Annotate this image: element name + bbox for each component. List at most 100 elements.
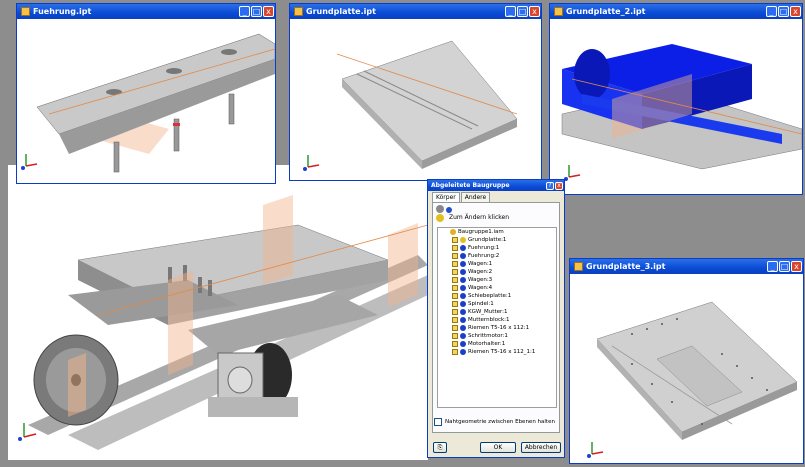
close-button[interactable]: x [529, 6, 540, 17]
tree-item[interactable]: Riemen T5-16 x 112_1:1 [438, 348, 556, 356]
folder-icon [452, 237, 458, 243]
tree-item-label: KGW_Mutter:1 [468, 309, 508, 315]
component-status-icon[interactable] [460, 341, 466, 347]
tree-item[interactable]: Motorhalter:1 [438, 340, 556, 348]
tree-item-label: Wagen:1 [468, 261, 493, 267]
window-titlebar[interactable]: Fuehrung.ipt _ □ x [17, 4, 275, 19]
click-change-icon[interactable] [436, 214, 444, 222]
ok-button[interactable]: OK [480, 442, 516, 453]
tree-item[interactable]: Mutternblock:1 [438, 316, 556, 324]
component-status-icon[interactable] [460, 277, 466, 283]
window-fuehrung[interactable]: Fuehrung.ipt _ □ x [16, 3, 276, 184]
tree-root[interactable]: Baugruppe1.iam [438, 228, 556, 236]
component-status-icon[interactable] [460, 261, 466, 267]
tree-item[interactable]: Riemen T5-16 x 112:1 [438, 324, 556, 332]
model-canvas[interactable] [292, 19, 539, 178]
minimize-button[interactable]: _ [239, 6, 250, 17]
seam-geometry-checkbox[interactable]: Nahtgeometrie zwischen Ebenen halten [434, 418, 555, 426]
component-status-icon[interactable] [460, 309, 466, 315]
tree-item[interactable]: Wagen:3 [438, 276, 556, 284]
part-file-icon [294, 7, 303, 16]
folder-icon [452, 245, 458, 251]
help-button[interactable]: ? [546, 181, 554, 190]
model-canvas[interactable] [19, 19, 275, 181]
window-titlebar[interactable]: Grundplatte_3.ipt _ □ x [570, 259, 803, 274]
tree-item-label: Schiebeplatte:1 [468, 293, 512, 299]
folder-icon [452, 269, 458, 275]
model-canvas[interactable] [572, 274, 801, 461]
window-grundplatte[interactable]: Grundplatte.ipt _ □ x [289, 3, 542, 181]
folder-icon [452, 293, 458, 299]
maximize-button[interactable]: □ [251, 6, 262, 17]
close-button[interactable]: x [790, 6, 801, 17]
minimize-button[interactable]: _ [767, 261, 778, 272]
tree-item[interactable]: Wagen:1 [438, 260, 556, 268]
help-icon-button[interactable]: ⎘ [433, 442, 447, 453]
tree-item-label: Fuehrung:2 [468, 253, 500, 259]
folder-icon [452, 349, 458, 355]
maximize-button[interactable]: □ [779, 261, 790, 272]
tree-item[interactable]: Schiebeplatte:1 [438, 292, 556, 300]
tree-item[interactable]: Fuehrung:2 [438, 252, 556, 260]
folder-icon [452, 317, 458, 323]
tab-andere[interactable]: Andere [460, 192, 491, 202]
window-grundplatte-3[interactable]: Grundplatte_3.ipt _ □ x [569, 258, 804, 464]
minimize-button[interactable]: _ [766, 6, 777, 17]
tree-item[interactable]: Grundplatte:1 [438, 236, 556, 244]
window-title: Grundplatte_2.ipt [566, 7, 646, 16]
component-status-icon[interactable] [460, 317, 466, 323]
component-status-icon[interactable] [460, 325, 466, 331]
tree-item-label: Fuehrung:1 [468, 245, 500, 251]
tree-item[interactable]: Schrittmotor:1 [438, 332, 556, 340]
tree-item[interactable]: Wagen:2 [438, 268, 556, 276]
window-titlebar[interactable]: Grundplatte.ipt _ □ x [290, 4, 541, 19]
component-status-icon[interactable] [460, 245, 466, 251]
maximize-button[interactable]: □ [517, 6, 528, 17]
tree-item-label: Spindel:1 [468, 301, 494, 307]
tree-item[interactable]: Spindel:1 [438, 300, 556, 308]
component-status-icon[interactable] [460, 285, 466, 291]
close-button[interactable]: x [791, 261, 802, 272]
tree-item[interactable]: Wagen:4 [438, 284, 556, 292]
checkbox-box[interactable] [434, 418, 442, 426]
tree-item-label: Motorhalter:1 [468, 341, 506, 347]
derived-assembly-dialog[interactable]: Abgeleitete Baugruppe ? x Körper Andere … [427, 179, 565, 458]
maximize-button[interactable]: □ [778, 6, 789, 17]
model-canvas[interactable] [552, 19, 802, 192]
component-status-icon[interactable] [460, 269, 466, 275]
folder-icon [452, 325, 458, 331]
component-status-icon[interactable] [460, 349, 466, 355]
cancel-button[interactable]: Abbrechen [521, 442, 561, 453]
close-button[interactable]: x [555, 181, 563, 190]
assembly-blue-drawing [561, 44, 802, 181]
checkbox-label: Nahtgeometrie zwischen Ebenen halten [445, 419, 555, 425]
dialog-tabs: Körper Andere [432, 192, 491, 202]
component-status-icon[interactable] [460, 237, 466, 243]
part-file-icon [554, 7, 563, 16]
tree-item[interactable]: Fuehrung:1 [438, 244, 556, 252]
window-titlebar[interactable]: Grundplatte_2.ipt _ □ x [550, 4, 802, 19]
tab-koerper[interactable]: Körper [432, 192, 460, 202]
component-status-icon[interactable] [460, 301, 466, 307]
baseplate-holes-drawing [587, 301, 798, 458]
component-status-icon[interactable] [460, 333, 466, 339]
component-tree[interactable]: Baugruppe1.iam Grundplatte:1 Fuehrung:1 Fu… [437, 227, 557, 408]
folder-icon [452, 277, 458, 283]
window-grundplatte-2[interactable]: Grundplatte_2.ipt _ □ x [549, 3, 803, 195]
folder-icon [452, 341, 458, 347]
tree-root-label: Baugruppe1.iam [458, 229, 504, 235]
tree-item[interactable]: KGW_Mutter:1 [438, 308, 556, 316]
baseplate-model-drawing [303, 40, 518, 171]
close-button[interactable]: x [263, 6, 274, 17]
window-title: Fuehrung.ipt [33, 7, 92, 16]
component-status-icon[interactable] [460, 253, 466, 259]
tree-item-label: Grundplatte:1 [468, 237, 507, 243]
tree-item-label: Riemen T5-16 x 112:1 [468, 325, 530, 331]
folder-icon [452, 261, 458, 267]
dialog-titlebar[interactable]: Abgeleitete Baugruppe ? x [428, 180, 564, 191]
window-title: Grundplatte.ipt [306, 7, 376, 16]
minimize-button[interactable]: _ [505, 6, 516, 17]
window-title: Grundplatte_3.ipt [586, 262, 666, 271]
component-status-icon[interactable] [460, 293, 466, 299]
tree-item-label: Schrittmotor:1 [468, 333, 508, 339]
